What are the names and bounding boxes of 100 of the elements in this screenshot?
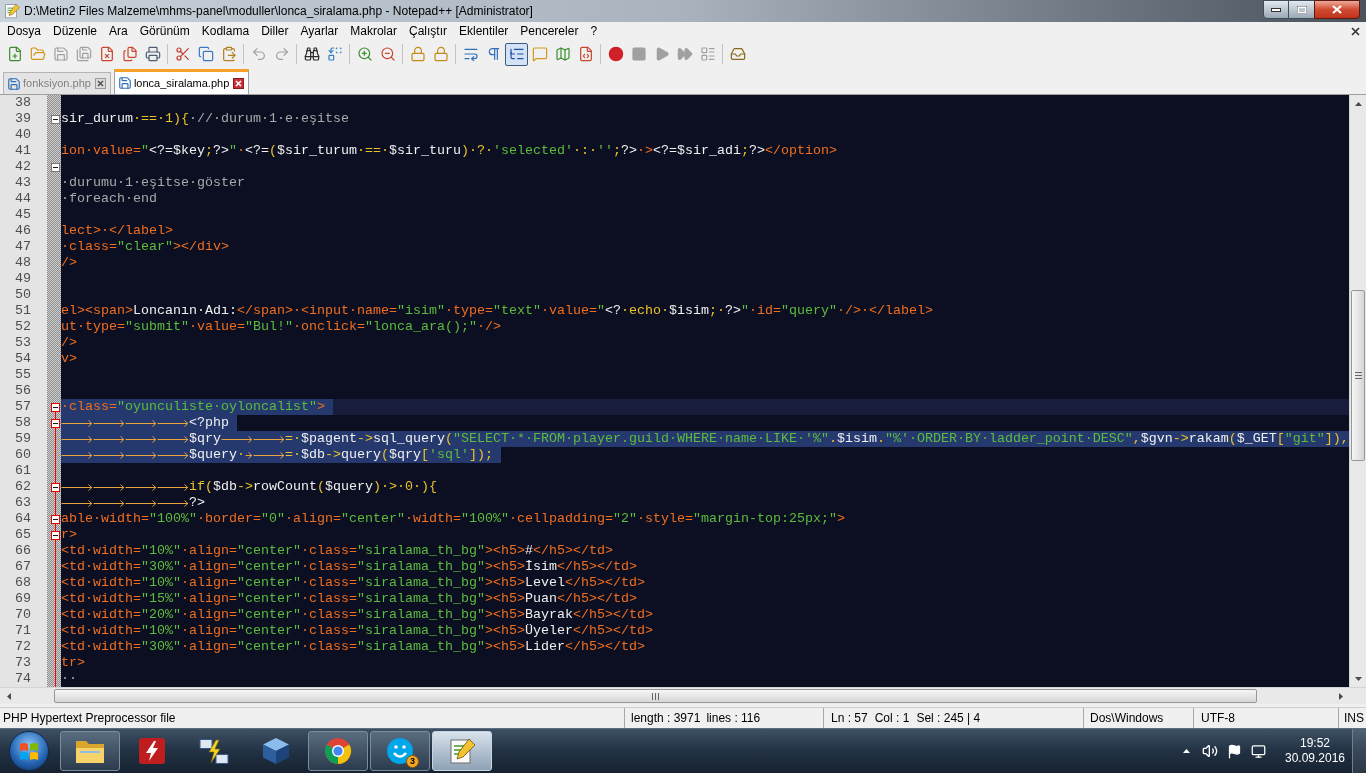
triangle-down-icon: [1354, 676, 1362, 681]
show-desktop-button[interactable]: [1352, 729, 1366, 773]
line-number: 50: [15, 287, 31, 303]
menu-item[interactable]: Kodlama: [195, 22, 256, 41]
taskbar-button[interactable]: 3: [370, 731, 430, 771]
line-number: 44: [15, 191, 31, 207]
line-number: 66: [15, 543, 31, 559]
line-number: 51: [15, 303, 31, 319]
notepad-pencil-icon: [4, 3, 20, 19]
redo-icon: [273, 46, 290, 62]
line-number: 41: [15, 143, 31, 159]
close-icon[interactable]: [94, 78, 106, 89]
menu-item[interactable]: Görünüm: [133, 22, 196, 41]
scrollbar-thumb[interactable]: [1351, 290, 1365, 461]
line-number: 59: [15, 431, 31, 447]
clipboard-icon: [220, 46, 237, 62]
fold-minus-icon[interactable]: [51, 418, 60, 428]
clock-time[interactable]: 19:52: [1300, 736, 1330, 751]
wrap-text-icon: [462, 46, 479, 62]
fold-minus-icon[interactable]: [51, 530, 60, 540]
line-number: 61: [15, 463, 31, 479]
line-number: 73: [15, 655, 31, 671]
code-text: <td·width="20%"·align="center"·class="siralama_th_bg"><h5>Bayrak</h5></td>: [61, 607, 653, 623]
line-number: 52: [15, 319, 31, 335]
encoding-label: UTF-8: [1201, 710, 1235, 727]
tab[interactable]: lonca_siralama.php: [113, 69, 250, 94]
code-text: ion·value="<?=$key;?>"·<?=($sir_turum·==·$sir_turu)·?·'selected'·:·'';?>·><?=$sir_adi;?></option>: [61, 143, 837, 159]
line-number: 68: [15, 575, 31, 591]
triangle-up-icon: [1354, 101, 1362, 106]
menu-item[interactable]: Eklentiler: [453, 22, 515, 41]
line-number: 63: [15, 495, 31, 511]
window-title: D:\Metin2 Files Malzeme\mhms-panel\moduller\lonca_siralama.php - Notepad++ [Administrator]: [24, 3, 533, 20]
minimize-button[interactable]: [1263, 0, 1289, 19]
menu-item[interactable]: Dosya: [1, 22, 47, 41]
arrow-squares-icon: [326, 46, 343, 62]
line-number: 38: [15, 95, 31, 111]
line-number: 67: [15, 559, 31, 575]
monitor-icon[interactable]: [1250, 743, 1266, 759]
binoculars-icon: [303, 46, 320, 62]
line-number: 58: [15, 415, 31, 431]
code-text: v>: [61, 351, 77, 367]
toolbar-button[interactable]: [505, 42, 528, 66]
code-text: if($db->rowCount($query)·>·0·){: [189, 479, 437, 495]
start-button[interactable]: [9, 731, 49, 771]
line-number: 74: [15, 671, 31, 687]
code-text: <td·width="10%"·align="center"·class="siralama_th_bg"><h5>Üyeler</h5></td>: [61, 623, 653, 639]
maximize-button[interactable]: [1289, 0, 1314, 19]
line-number: 57: [15, 399, 31, 415]
line-number: 55: [15, 367, 31, 383]
fold-minus-icon[interactable]: [51, 162, 60, 172]
lightning-tile-icon: [139, 738, 165, 764]
list-icon: [699, 46, 716, 62]
inbox-icon: [729, 46, 746, 62]
menu-item[interactable]: Çalıştır: [402, 22, 453, 41]
close-button[interactable]: [1314, 0, 1360, 19]
menu-item[interactable]: Diller: [255, 22, 295, 41]
menu-item[interactable]: ?: [584, 22, 604, 41]
code-text: />: [61, 335, 77, 351]
grip-lines-icon: [1354, 372, 1362, 379]
menu-item[interactable]: Ayarlar: [294, 22, 345, 41]
close-document-button[interactable]: [1350, 26, 1361, 37]
menu-item[interactable]: Makrolar: [344, 22, 403, 41]
code-text: <td·width="30%"·align="center"·class="siralama_th_bg"><h5>İsim</h5></td>: [61, 559, 637, 575]
taskbar-button[interactable]: [60, 731, 120, 771]
triangle-up-icon: [1182, 749, 1190, 753]
folder-icon: [75, 738, 105, 764]
speaker-icon[interactable]: [1202, 743, 1218, 759]
scrollbar-thumb[interactable]: [54, 689, 1257, 703]
fold-minus-icon[interactable]: [51, 514, 60, 524]
four-pane-flag-icon: [19, 741, 39, 761]
line-number: 60: [15, 447, 31, 463]
cube-icon: [262, 737, 290, 765]
taskbar-button[interactable]: [308, 731, 368, 771]
lock-icon: [432, 46, 449, 62]
triangle-right-icon: [1338, 692, 1343, 700]
speech-bubble-icon: [531, 46, 548, 62]
line-number: 39: [15, 111, 31, 127]
fast-forward-icon: [676, 46, 693, 62]
maximize-icon: [1296, 5, 1307, 14]
line-number: 64: [15, 511, 31, 527]
menu-item[interactable]: Pencereler: [514, 22, 585, 41]
code-text: <td·width="15%"·align="center"·class="siralama_th_bg"><h5>Puan</h5></td>: [61, 591, 637, 607]
minimize-icon: [1271, 7, 1281, 12]
menu-item[interactable]: Düzenle: [47, 22, 104, 41]
triangle-left-icon: [6, 692, 11, 700]
flag-icon[interactable]: [1226, 743, 1242, 759]
menu-item[interactable]: Ara: [103, 22, 134, 41]
code-text: ·durumu·1·eşitse·göster: [61, 175, 245, 191]
fold-minus-icon[interactable]: [51, 402, 60, 412]
fold-minus-icon[interactable]: [51, 482, 60, 492]
close-icon[interactable]: [233, 77, 245, 89]
line-number: 40: [15, 127, 31, 143]
clock-date[interactable]: 30.09.2016: [1284, 751, 1346, 766]
code-text: able·width="100%"·border="0"·align="center"·width="100%"·cellpadding="2"·style="margin-top:25px;">: [61, 511, 845, 527]
code-text: sir_durum·==·1){·//·durum·1·e·eşitse: [61, 111, 349, 127]
folder-icon: [29, 46, 46, 62]
code-text: <td·width="30%"·align="center"·class="siralama_th_bg"><h5>Lider</h5></td>: [61, 639, 645, 655]
line-number: 70: [15, 607, 31, 623]
code-text: <td·width="10%"·align="center"·class="siralama_th_bg"><h5>#</h5></td>: [61, 543, 613, 559]
fold-minus-icon[interactable]: [51, 114, 60, 124]
